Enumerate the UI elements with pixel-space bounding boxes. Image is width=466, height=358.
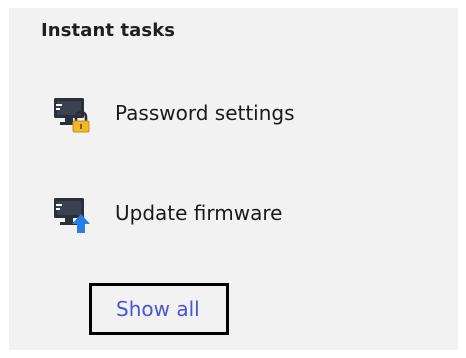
- instant-tasks-panel: Instant tasks Password settings Update f…: [9, 8, 458, 350]
- task-label-password-settings: Password settings: [115, 101, 295, 125]
- show-all-highlight-box: Show all: [89, 283, 229, 335]
- panel-title: Instant tasks: [41, 20, 176, 41]
- show-all-link[interactable]: Show all: [116, 297, 200, 321]
- task-update-firmware[interactable]: Update firmware: [51, 192, 351, 236]
- task-password-settings[interactable]: Password settings: [51, 92, 351, 136]
- task-label-update-firmware: Update firmware: [115, 201, 283, 225]
- computer-lock-icon: [54, 98, 90, 133]
- computer-upload-icon: [54, 198, 90, 233]
